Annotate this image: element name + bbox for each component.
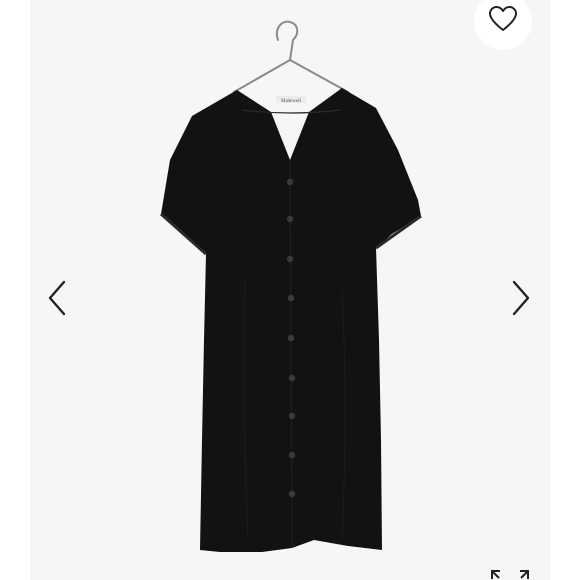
heart-icon [488,5,518,38]
product-photo: Madewell [30,0,550,580]
dress-on-hanger-image: Madewell [160,20,422,552]
expand-button[interactable] [490,568,530,580]
svg-text:Madewell: Madewell [281,99,302,104]
expand-icon [490,568,530,580]
hanger [233,20,349,93]
chevron-right-icon [510,280,532,321]
previous-image-button[interactable] [42,280,72,320]
image-viewer: Madewell [0,0,580,580]
chevron-left-icon [46,280,68,321]
next-image-button[interactable] [506,280,536,320]
